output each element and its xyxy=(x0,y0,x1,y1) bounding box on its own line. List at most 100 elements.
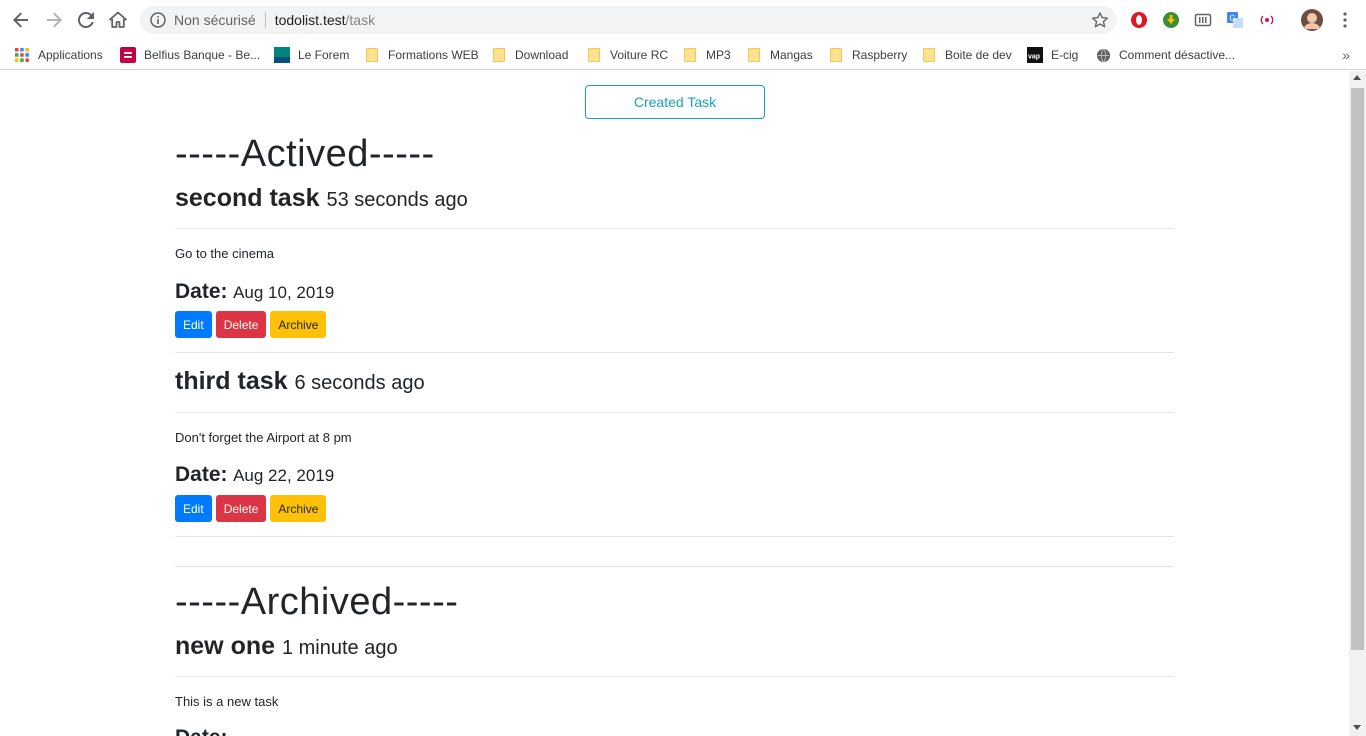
bookmark-label: E-cig xyxy=(1051,48,1079,62)
task-description: Don't forget the Airport at 8 pm xyxy=(175,430,352,445)
svg-text:G: G xyxy=(1230,14,1236,23)
folder-icon xyxy=(828,47,844,63)
reload-button[interactable] xyxy=(74,8,98,32)
edit-button[interactable]: Edit xyxy=(175,495,212,522)
broadcast-extension-icon[interactable] xyxy=(1257,10,1277,30)
scroll-down-arrow-icon[interactable] xyxy=(1353,725,1361,730)
bookmark-applications[interactable]: Applications xyxy=(14,40,103,70)
task-heading: new one 1 minute ago xyxy=(175,632,398,661)
menu-kebab-icon[interactable] xyxy=(1335,10,1355,30)
bookmark-le-forem[interactable]: Le Forem xyxy=(274,40,349,70)
task-date: Aug 10, 2019 xyxy=(233,283,335,302)
download-manager-icon[interactable] xyxy=(1161,10,1181,30)
task-date-row: Date: Aug 10, 2019 xyxy=(175,280,334,304)
folder-icon xyxy=(491,47,507,63)
archived-section-title: -----Archived----- xyxy=(175,581,459,623)
bookmark-e-cig[interactable]: vap E-cig xyxy=(1027,40,1078,70)
task-date-row: Date: xyxy=(175,726,228,736)
edit-button[interactable]: Edit xyxy=(175,311,212,338)
folder-icon xyxy=(586,47,602,63)
created-task-button[interactable]: Created Task xyxy=(585,85,765,119)
folder-icon xyxy=(746,47,762,63)
security-label: Non sécurisé xyxy=(174,12,256,28)
archive-button[interactable]: Archive xyxy=(270,495,327,522)
section-divider xyxy=(175,566,1174,567)
bookmark-label: Raspberry xyxy=(852,48,908,62)
info-icon[interactable] xyxy=(150,12,166,28)
task-time: 53 seconds ago xyxy=(326,189,468,211)
task-date-row: Date: Aug 22, 2019 xyxy=(175,463,334,487)
home-button[interactable] xyxy=(106,8,130,32)
bookmark-mp3[interactable]: MP3 xyxy=(682,40,731,70)
arrow-left-icon xyxy=(13,12,28,28)
bookmark-label: Boite de dev xyxy=(945,48,1012,62)
opera-extension-icon[interactable] xyxy=(1129,10,1149,30)
task-date: Aug 22, 2019 xyxy=(233,466,335,485)
task-time: 6 seconds ago xyxy=(294,372,425,394)
delete-button[interactable]: Delete xyxy=(215,495,267,522)
bookmark-label: Applications xyxy=(38,48,103,62)
date-label: Date: xyxy=(175,726,228,736)
bookmark-label: Download xyxy=(515,48,569,62)
vap-icon: vap xyxy=(1027,47,1043,63)
bookmark-boite-de-dev[interactable]: Boite de dev xyxy=(921,40,1012,70)
scroll-thumb[interactable] xyxy=(1351,88,1364,650)
task-title: second task xyxy=(175,184,320,212)
reload-icon xyxy=(78,12,94,28)
date-label: Date: xyxy=(175,463,228,486)
url-path: /task xyxy=(345,12,376,28)
url-host: todolist.test xyxy=(274,12,346,28)
task-actions: Edit Delete Archive xyxy=(175,495,327,522)
bookmark-label: Voiture RC xyxy=(610,48,669,62)
bookmark-raspberry[interactable]: Raspberry xyxy=(828,40,907,70)
back-button[interactable] xyxy=(9,8,33,32)
task-heading: second task 53 seconds ago xyxy=(175,184,468,213)
apps-grid-icon xyxy=(14,47,30,63)
forward-button[interactable] xyxy=(42,8,66,32)
bookmarks-bar: Applications Belfius Banque - Be... Le F… xyxy=(0,40,1366,70)
bookmark-voiture-rc[interactable]: Voiture RC xyxy=(586,40,668,70)
bookmark-mangas[interactable]: Mangas xyxy=(746,40,813,70)
task-time: 1 minute ago xyxy=(281,637,398,659)
task-title: new one xyxy=(175,632,276,660)
page-viewport: Created Task -----Actived----- second ta… xyxy=(0,71,1349,736)
omnibox-divider xyxy=(264,12,266,28)
divider xyxy=(175,352,1174,353)
bookmark-comment-desactiver[interactable]: Comment désactive... xyxy=(1095,40,1235,70)
avatar[interactable] xyxy=(1301,9,1323,31)
browser-toolbar: Non sécurisé todolist.test/task G xyxy=(0,0,1366,40)
bookmark-label: Formations WEB xyxy=(388,48,479,62)
forem-icon xyxy=(274,47,290,63)
task-actions: Edit Delete Archive xyxy=(175,311,327,338)
bookmark-download[interactable]: Download xyxy=(491,40,568,70)
svg-text:vap: vap xyxy=(1028,54,1040,61)
task-title: third task xyxy=(175,367,288,395)
bookmark-label: Belfius Banque - Be... xyxy=(144,48,261,62)
bookmark-label: Comment désactive... xyxy=(1119,48,1236,62)
archive-button[interactable]: Archive xyxy=(270,311,327,338)
bookmark-label: Mangas xyxy=(770,48,813,62)
bookmark-formations-web[interactable]: Formations WEB xyxy=(364,40,479,70)
date-label: Date: xyxy=(175,280,228,303)
address-bar[interactable]: Non sécurisé todolist.test/task xyxy=(140,6,1117,34)
delete-button[interactable]: Delete xyxy=(215,311,267,338)
divider xyxy=(175,228,1174,229)
bookmark-label: MP3 xyxy=(706,48,731,62)
divider xyxy=(175,412,1174,413)
bookmarks-overflow-button[interactable]: » xyxy=(1342,47,1350,63)
folder-icon xyxy=(921,47,937,63)
translate-extension-icon[interactable]: G xyxy=(1225,10,1245,30)
divider xyxy=(175,536,1174,537)
home-icon xyxy=(109,11,127,28)
arrow-right-icon xyxy=(47,12,62,28)
bookmark-belfius[interactable]: Belfius Banque - Be... xyxy=(120,40,260,70)
folder-icon xyxy=(682,47,698,63)
scroll-up-arrow-icon[interactable] xyxy=(1353,75,1361,80)
bookmark-star-icon[interactable] xyxy=(1091,11,1109,29)
barcode-extension-icon[interactable] xyxy=(1193,10,1213,30)
vertical-scrollbar[interactable] xyxy=(1349,71,1366,736)
divider xyxy=(175,676,1174,677)
actived-section-title: -----Actived----- xyxy=(175,133,435,175)
task-description: Go to the cinema xyxy=(175,246,274,261)
folder-icon xyxy=(364,47,380,63)
